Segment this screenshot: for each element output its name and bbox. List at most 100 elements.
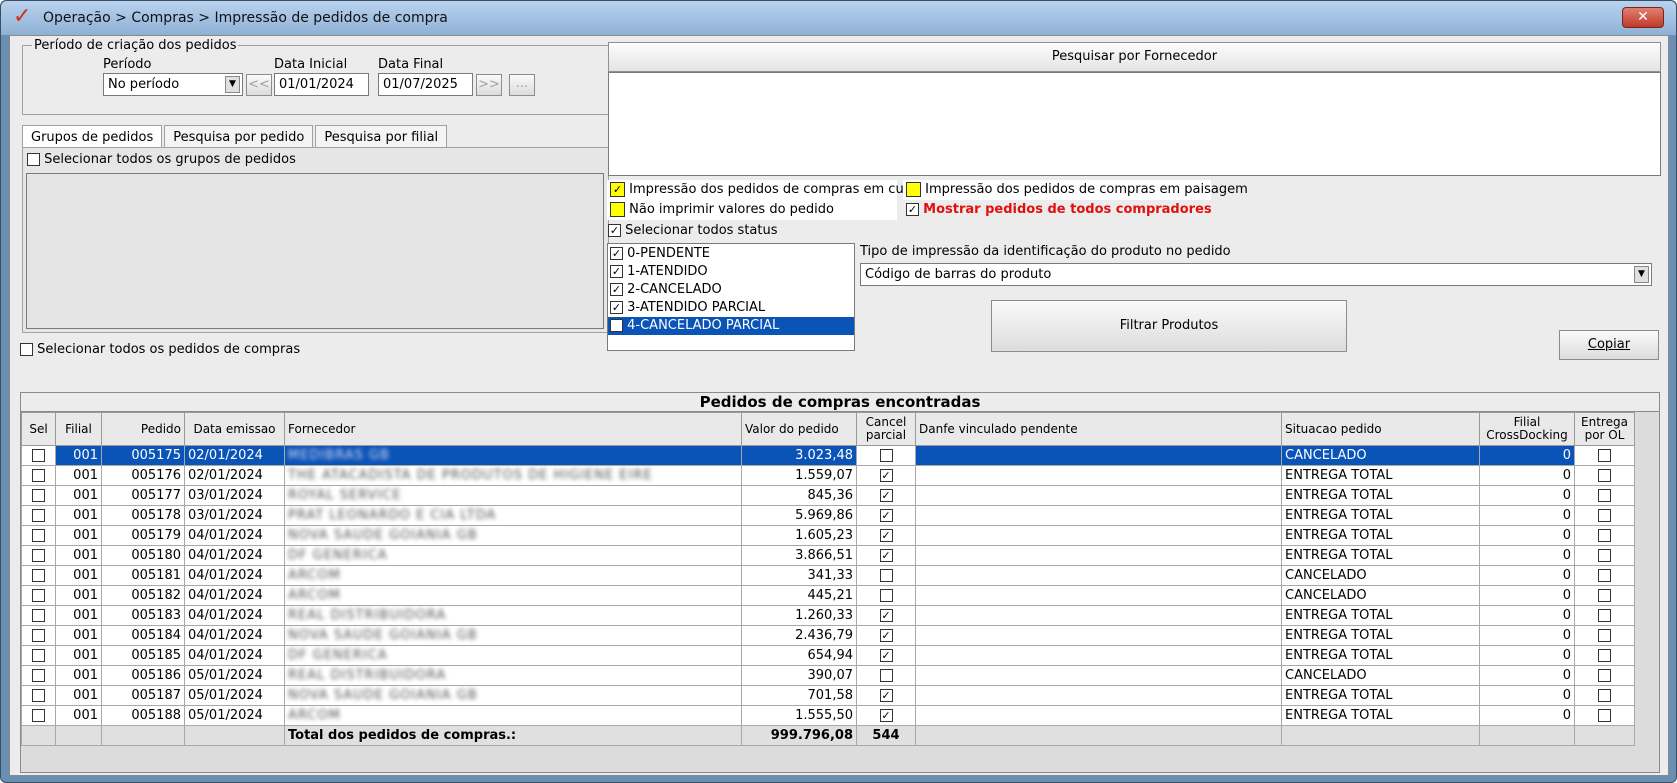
cell-cancel[interactable] [856, 565, 916, 586]
row-select-checkbox[interactable] [32, 469, 45, 482]
cell-sel[interactable] [21, 685, 56, 706]
prev-period-button[interactable]: << [246, 74, 272, 96]
row-select-checkbox[interactable] [32, 509, 45, 522]
cell-entrega-ol[interactable] [1574, 485, 1635, 506]
cell-sel[interactable] [21, 605, 56, 626]
cell-sel[interactable] [21, 705, 56, 726]
status-list[interactable]: 0-PENDENTE 1-ATENDIDO 2-CANCELADO 3-ATEN… [607, 243, 855, 351]
row-select-checkbox[interactable] [32, 569, 45, 582]
more-button[interactable]: ... [509, 74, 535, 96]
status-item[interactable]: 1-ATENDIDO [608, 263, 854, 281]
entrega-ol-checkbox[interactable] [1598, 449, 1611, 462]
cancel-parcial-checkbox[interactable] [879, 669, 893, 682]
select-all-pedidos[interactable]: Selecionar todos os pedidos de compras [20, 342, 300, 357]
table-row[interactable]: 001 005185 04/01/2024 DF GENERICA 654,94 ENTR… [21, 645, 1635, 666]
table-row[interactable]: 001 005188 05/01/2024 ARCOM 1.555,50 ENTREGA … [21, 705, 1635, 726]
row-select-checkbox[interactable] [32, 669, 45, 682]
row-select-checkbox[interactable] [32, 489, 45, 502]
cancel-parcial-checkbox[interactable] [879, 689, 893, 702]
row-select-checkbox[interactable] [32, 629, 45, 642]
cell-cancel[interactable] [856, 605, 916, 626]
cell-cancel[interactable] [856, 465, 916, 486]
status-checkbox[interactable] [610, 301, 623, 314]
cell-cancel[interactable] [856, 445, 916, 466]
cell-entrega-ol[interactable] [1574, 645, 1635, 666]
periodo-select[interactable]: No período ▼ [103, 73, 243, 96]
select-all-pedidos-checkbox[interactable] [20, 343, 33, 356]
col-filial[interactable]: Filial [55, 412, 102, 446]
cell-cancel[interactable] [856, 585, 916, 606]
entrega-ol-checkbox[interactable] [1598, 709, 1611, 722]
col-situacao[interactable]: Situacao pedido [1281, 412, 1480, 446]
opt-nao-imprimir-checkbox[interactable] [610, 202, 625, 217]
tab-pesquisa-pedido[interactable]: Pesquisa por pedido [164, 125, 314, 149]
table-row[interactable]: 001 005180 04/01/2024 DF GENERICA 3.866,51 EN… [21, 545, 1635, 566]
cell-entrega-ol[interactable] [1574, 625, 1635, 646]
grupos-list[interactable] [26, 173, 604, 329]
cell-sel[interactable] [21, 505, 56, 526]
cell-cancel[interactable] [856, 685, 916, 706]
row-select-checkbox[interactable] [32, 529, 45, 542]
entrega-ol-checkbox[interactable] [1598, 609, 1611, 622]
cell-cancel[interactable] [856, 705, 916, 726]
col-filial-crossdocking[interactable]: Filial CrossDocking [1479, 412, 1575, 446]
cell-sel[interactable] [21, 645, 56, 666]
data-inicial-input[interactable]: 01/01/2024 [274, 73, 369, 96]
entrega-ol-checkbox[interactable] [1598, 469, 1611, 482]
cell-sel[interactable] [21, 625, 56, 646]
cell-entrega-ol[interactable] [1574, 665, 1635, 686]
row-select-checkbox[interactable] [32, 589, 45, 602]
status-checkbox[interactable] [610, 283, 623, 296]
cell-entrega-ol[interactable] [1574, 605, 1635, 626]
cancel-parcial-checkbox[interactable] [879, 489, 893, 502]
cancel-parcial-checkbox[interactable] [879, 629, 893, 642]
table-row[interactable]: 001 005176 02/01/2024 THE ATACADISTA DE PRO… [21, 465, 1635, 486]
chevron-down-icon[interactable]: ▼ [1634, 266, 1649, 283]
fornecedor-list[interactable] [608, 72, 1661, 176]
table-row[interactable]: 001 005184 04/01/2024 NOVA SAUDE GOIANIA GB… [21, 625, 1635, 646]
opt-cubo[interactable]: Impressão dos pedidos de compras em cubo [610, 182, 920, 197]
table-row[interactable]: 001 005183 04/01/2024 REAL DISTRIBUIDORA 1.2… [21, 605, 1635, 626]
table-row[interactable]: 001 005181 04/01/2024 ARCOM 341,33 CANCELADO 0 [21, 565, 1635, 586]
row-select-checkbox[interactable] [32, 649, 45, 662]
copiar-button[interactable]: Copiar [1559, 330, 1659, 360]
cell-cancel[interactable] [856, 525, 916, 546]
cell-entrega-ol[interactable] [1574, 445, 1635, 466]
cell-entrega-ol[interactable] [1574, 545, 1635, 566]
entrega-ol-checkbox[interactable] [1598, 509, 1611, 522]
cancel-parcial-checkbox[interactable] [879, 509, 893, 522]
entrega-ol-checkbox[interactable] [1598, 669, 1611, 682]
cancel-parcial-checkbox[interactable] [879, 449, 893, 462]
status-checkbox[interactable] [610, 319, 623, 332]
table-row[interactable]: 001 005177 03/01/2024 ROYAL SERVICE 845,36 EN… [21, 485, 1635, 506]
opt-nao-imprimir[interactable]: Não imprimir valores do pedido [610, 202, 834, 217]
cell-entrega-ol[interactable] [1574, 565, 1635, 586]
entrega-ol-checkbox[interactable] [1598, 549, 1611, 562]
status-item[interactable]: 2-CANCELADO [608, 281, 854, 299]
table-row[interactable]: 001 005179 04/01/2024 NOVA SAUDE GOIANIA GB… [21, 525, 1635, 546]
cell-sel[interactable] [21, 585, 56, 606]
row-select-checkbox[interactable] [32, 689, 45, 702]
next-period-button[interactable]: >> [476, 74, 502, 96]
row-select-checkbox[interactable] [32, 609, 45, 622]
row-select-checkbox[interactable] [32, 449, 45, 462]
table-row[interactable]: 001 005175 02/01/2024 MEDIBRAS GB 3.023,48 CA… [21, 445, 1635, 466]
fornecedor-header[interactable]: Pesquisar por Fornecedor [608, 42, 1661, 72]
col-sel[interactable]: Sel [21, 412, 56, 446]
status-item[interactable]: 3-ATENDIDO PARCIAL [608, 299, 854, 317]
tab-pesquisa-filial[interactable]: Pesquisa por filial [315, 125, 448, 149]
tipo-impressao-select[interactable]: Código de barras do produto ▼ [860, 263, 1652, 286]
tab-grupos[interactable]: Grupos de pedidos [22, 125, 163, 149]
col-danfe[interactable]: Danfe vinculado pendente [915, 412, 1282, 446]
cell-entrega-ol[interactable] [1574, 585, 1635, 606]
row-select-checkbox[interactable] [32, 709, 45, 722]
select-all-status-checkbox[interactable] [608, 224, 621, 237]
opt-cubo-checkbox[interactable] [610, 182, 625, 197]
data-final-input[interactable]: 01/07/2025 [378, 73, 473, 96]
opt-mostrar-todos-checkbox[interactable] [906, 203, 919, 216]
cell-cancel[interactable] [856, 485, 916, 506]
filtrar-produtos-button[interactable]: Filtrar Produtos [991, 300, 1347, 352]
cancel-parcial-checkbox[interactable] [879, 529, 893, 542]
cell-sel[interactable] [21, 485, 56, 506]
cell-sel[interactable] [21, 665, 56, 686]
